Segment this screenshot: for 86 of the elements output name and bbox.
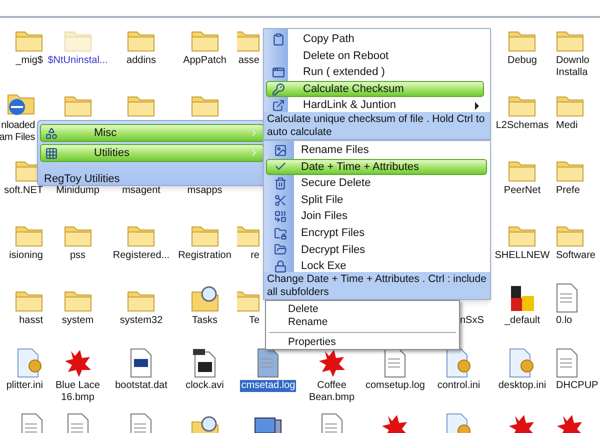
- image-icon: [274, 144, 286, 157]
- file-label[interactable]: Blue Lace 16.bmp: [54, 380, 101, 404]
- file-label[interactable]: $NtUninstal...: [46, 55, 109, 67]
- file-label[interactable]: DHCPUP: [555, 380, 600, 392]
- shapes-icon: [45, 126, 58, 140]
- menu-item[interactable]: Rename Files: [266, 142, 487, 159]
- settings-document-icon: [444, 348, 473, 378]
- file-label[interactable]: Tasks: [190, 315, 219, 327]
- file-label[interactable]: asse: [237, 55, 260, 67]
- menu-item[interactable]: Misc: [40, 124, 264, 142]
- menu-item[interactable]: Run ( extended ): [266, 64, 484, 81]
- folder-magnifier-icon: [190, 285, 220, 313]
- shortcut-arrow-icon: [272, 99, 284, 112]
- file-label[interactable]: nSxS: [459, 315, 485, 327]
- file-label[interactable]: hasst: [18, 315, 44, 327]
- file-label[interactable]: cmsetad.log: [240, 380, 296, 392]
- document-icon: [129, 348, 154, 378]
- file-label[interactable]: Software: [555, 250, 596, 262]
- trash-icon: [274, 176, 286, 190]
- menu-description: Change Date + Time + Attributes . Ctrl : include all subfolders: [264, 272, 490, 299]
- file-label[interactable]: Registered...: [112, 250, 171, 262]
- menu-item[interactable]: Delete on Reboot: [266, 48, 484, 64]
- installer-logo-icon: [508, 283, 536, 313]
- file-label[interactable]: 0.lo: [555, 315, 574, 327]
- settings-document-icon: [16, 348, 44, 378]
- menu-footer: RegToy Utilities: [40, 171, 264, 188]
- file-label[interactable]: L2Schemas: [494, 120, 550, 132]
- menu-item[interactable]: Join Files: [266, 208, 487, 225]
- document-icon: [555, 348, 579, 378]
- grid-icon: [45, 146, 58, 160]
- menu-item[interactable]: Split File: [266, 192, 487, 208]
- file-label[interactable]: isioning: [8, 250, 44, 262]
- file-label[interactable]: Prefe: [555, 185, 581, 197]
- menu-item[interactable]: Date + Time + Attributes: [266, 158, 487, 176]
- file-label[interactable]: Downlo Installa: [555, 55, 590, 79]
- menu-item[interactable]: Encrypt Files: [266, 224, 487, 242]
- paint-splat-icon: [62, 348, 93, 378]
- file-label[interactable]: nloaded am Files: [0, 120, 36, 144]
- file-label[interactable]: _mig$: [14, 55, 44, 67]
- paint-splat-icon: [316, 348, 347, 378]
- file-label[interactable]: msapps: [186, 185, 224, 197]
- file-label[interactable]: control.ini: [436, 380, 482, 392]
- menu-description: Calculate unique checksum of file . Hold Ctrl to auto calculate: [264, 112, 490, 139]
- menu-item[interactable]: Lock Exe: [266, 258, 487, 275]
- file-label[interactable]: plitter.ini: [5, 380, 44, 392]
- file-label[interactable]: AppPatch: [182, 55, 228, 67]
- file-label[interactable]: pss: [68, 250, 87, 262]
- clipboard-icon: [272, 32, 284, 46]
- menu-item[interactable]: Decrypt Files: [266, 242, 487, 258]
- key-icon: [272, 82, 284, 96]
- file-label[interactable]: Minidump: [55, 185, 100, 197]
- file-label[interactable]: PeerNet: [502, 185, 542, 197]
- menu-item[interactable]: Rename: [269, 316, 456, 329]
- file-label[interactable]: re: [250, 250, 260, 262]
- menu-item[interactable]: Calculate Checksum: [266, 80, 484, 98]
- file-label[interactable]: desktop.ini: [497, 380, 548, 392]
- window-icon: [272, 66, 284, 79]
- file-label[interactable]: bootstat.dat: [114, 380, 168, 392]
- file-label[interactable]: soft.NET: [3, 185, 44, 197]
- file-label[interactable]: _default: [503, 315, 542, 327]
- file-label[interactable]: Te: [248, 315, 260, 327]
- menu-item[interactable]: Secure Delete: [266, 175, 487, 192]
- file-label[interactable]: Debug: [506, 55, 538, 67]
- settings-document-icon: [508, 348, 536, 378]
- file-label[interactable]: Coffee Bean.bmp: [308, 380, 356, 404]
- merge-icon: [274, 210, 286, 224]
- document-icon: [256, 348, 280, 378]
- file-label[interactable]: Registration: [177, 250, 232, 262]
- folder-lock-icon: [274, 226, 286, 240]
- video-file-icon: [192, 348, 218, 378]
- document-icon: [555, 283, 579, 313]
- file-label[interactable]: clock.avi: [184, 380, 225, 392]
- menu-item[interactable]: Properties: [269, 336, 456, 349]
- file-label[interactable]: addins: [126, 55, 157, 67]
- menu-item[interactable]: Utilities: [40, 144, 264, 162]
- file-label[interactable]: Medi: [555, 120, 579, 132]
- file-label[interactable]: SHELLNEW: [494, 250, 551, 262]
- file-label[interactable]: msagent: [121, 185, 162, 197]
- scissors-icon: [274, 194, 286, 207]
- file-label[interactable]: comsetup.log: [364, 380, 426, 392]
- folder-open-icon: [274, 243, 286, 256]
- file-label[interactable]: system: [60, 315, 95, 327]
- file-label[interactable]: system32: [118, 315, 164, 327]
- lock-icon: [274, 260, 286, 273]
- menu-item[interactable]: Delete: [269, 303, 456, 316]
- menu-item[interactable]: Copy Path: [266, 31, 484, 48]
